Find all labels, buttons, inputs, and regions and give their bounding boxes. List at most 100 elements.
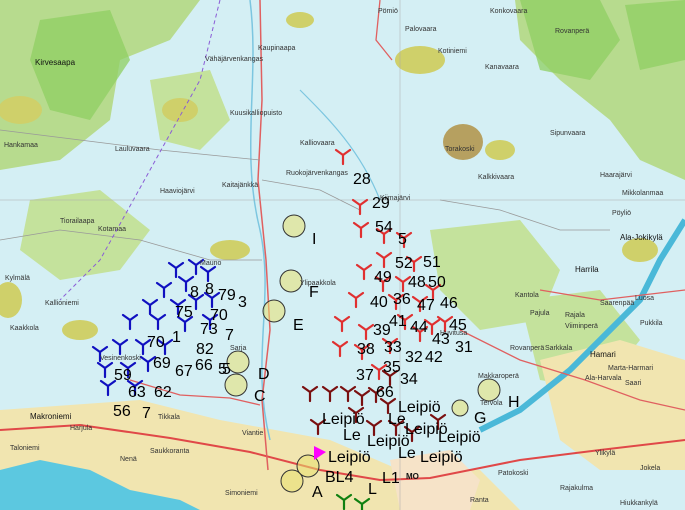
site-label-c[interactable]: C — [254, 389, 266, 405]
magenta-marker — [314, 446, 326, 460]
leipio-label-partial: Le — [398, 445, 416, 462]
place-name-ala-jokikyla: Ala-Jokikylä — [620, 233, 663, 242]
turbine-number: 41 — [389, 313, 407, 330]
place-name: Tiorailaapa — [60, 218, 95, 225]
place-name-makroniemi: Makroniemi — [30, 412, 72, 421]
place-name: Saukkoranta — [150, 448, 190, 455]
turbine-number-blue: 56 — [113, 403, 131, 420]
turbine-number: 50 — [428, 274, 446, 291]
place-name: Viantie — [242, 430, 264, 437]
place-name: Vesinenkoski — [100, 355, 141, 362]
turbine-number-blue: 62 — [154, 384, 172, 401]
site-circle[interactable] — [262, 299, 286, 323]
site-label-f[interactable]: F — [309, 285, 319, 301]
turbine-blue — [111, 338, 129, 356]
turbine-dark — [321, 385, 339, 403]
turbine-number-blue: 7 — [142, 405, 151, 422]
site-circle[interactable] — [282, 214, 306, 238]
place-name: Tervola — [480, 400, 503, 407]
site-label-g[interactable]: G — [474, 411, 486, 427]
place-name: Hankamaa — [4, 142, 38, 149]
site-label-bl4[interactable]: BL4 — [325, 470, 353, 486]
place-name: Rovanperä — [510, 345, 545, 352]
turbine-number: 33 — [384, 339, 402, 356]
site-circle[interactable] — [279, 269, 303, 293]
turbine-number: 49 — [374, 269, 392, 286]
turbine-number: 52 — [395, 255, 413, 272]
place-name: Haarajärvi — [600, 172, 632, 179]
turbine-blue — [121, 313, 139, 331]
turbine-dark — [301, 385, 319, 403]
site-label-i[interactable]: I — [312, 232, 316, 248]
turbine-number: 35 — [383, 359, 401, 376]
turbine-red — [333, 315, 351, 333]
leipio-label-partial: Le — [343, 427, 361, 444]
place-name: Kantola — [515, 292, 539, 299]
place-name: Viiminperä — [565, 323, 598, 330]
place-name: Pömiö — [378, 8, 398, 15]
turbine-red — [375, 251, 393, 269]
site-label-h[interactable]: H — [508, 395, 520, 411]
turbine-red — [355, 263, 373, 281]
place-name: Harjula — [70, 425, 93, 432]
turbine-number: 46 — [440, 295, 458, 312]
place-name: Kuusikalliopuisto — [230, 110, 283, 117]
leipio-label: Leipiö — [438, 429, 481, 446]
site-label-a[interactable]: A — [312, 485, 323, 501]
turbine-number: 42 — [425, 349, 443, 366]
turbine-number: 45 — [449, 317, 467, 334]
turbine-red — [347, 291, 365, 309]
turbine-number: 32 — [405, 349, 423, 366]
place-name-harrila: Harrila — [575, 265, 599, 274]
site-label-e[interactable]: E — [293, 318, 304, 334]
place-name: Konkovaara — [490, 8, 528, 15]
place-name: Saari — [625, 380, 642, 387]
turbine-number-blue: 66 — [195, 357, 213, 374]
place-name: Taloniemi — [10, 445, 40, 452]
turbine-number-blue: 8 — [205, 281, 214, 298]
place-name: Ala-Harvala — [585, 375, 622, 382]
site-circle[interactable] — [451, 399, 469, 417]
place-name: Ranta — [470, 497, 489, 504]
place-name: Luosa — [635, 295, 655, 302]
turbine-blue — [149, 313, 167, 331]
place-name: Pajula — [530, 310, 550, 317]
turbine-number: 28 — [353, 171, 371, 188]
leipio-label-partial: Le — [388, 411, 406, 428]
turbine-number: 44 — [410, 319, 428, 336]
turbine-number: 31 — [455, 339, 473, 356]
turbine-number-blue: 69 — [153, 355, 171, 372]
site-label-d[interactable]: D — [258, 367, 270, 383]
turbine-number: 37 — [356, 367, 374, 384]
place-name: Simoniemi — [225, 490, 258, 497]
place-name: Sarja — [230, 345, 247, 352]
place-name: Kaupinaapa — [258, 45, 296, 52]
turbine-number: 47 — [417, 297, 435, 314]
turbine-red — [334, 148, 352, 166]
map-view[interactable]: Kirvesaapa Pömiö Palovaara Konkovaara Ko… — [0, 0, 685, 510]
turbine-number: 36 — [393, 291, 411, 308]
turbine-blue — [141, 298, 159, 316]
place-name-kirvesaapa: Kirvesaapa — [35, 58, 76, 67]
place-name: Jokela — [640, 465, 661, 472]
turbine-green — [353, 497, 371, 510]
place-name: Pukkila — [640, 320, 663, 327]
turbine-number: 38 — [357, 341, 375, 358]
turbine-number-blue: 3 — [238, 294, 247, 311]
turbine-blue — [155, 281, 173, 299]
turbine-number: 39 — [373, 322, 391, 339]
place-name: Kylmälä — [5, 275, 30, 282]
place-name: Nenä — [120, 456, 137, 463]
turbine-number-blue: 5 — [222, 361, 231, 378]
turbine-dark — [339, 385, 357, 403]
site-label-l[interactable]: L — [368, 482, 377, 498]
turbine-number-dark: 66 — [376, 384, 394, 401]
place-name: Ylikylä — [595, 450, 616, 457]
place-name-hamari: Hamari — [590, 350, 616, 359]
site-circle[interactable] — [477, 378, 501, 402]
turbine-blue — [199, 265, 217, 283]
turbine-number: 43 — [432, 331, 450, 348]
site-circle[interactable] — [280, 469, 304, 493]
site-label-l1[interactable]: L1 — [382, 471, 400, 487]
turbine-number-blue: 67 — [175, 363, 193, 380]
